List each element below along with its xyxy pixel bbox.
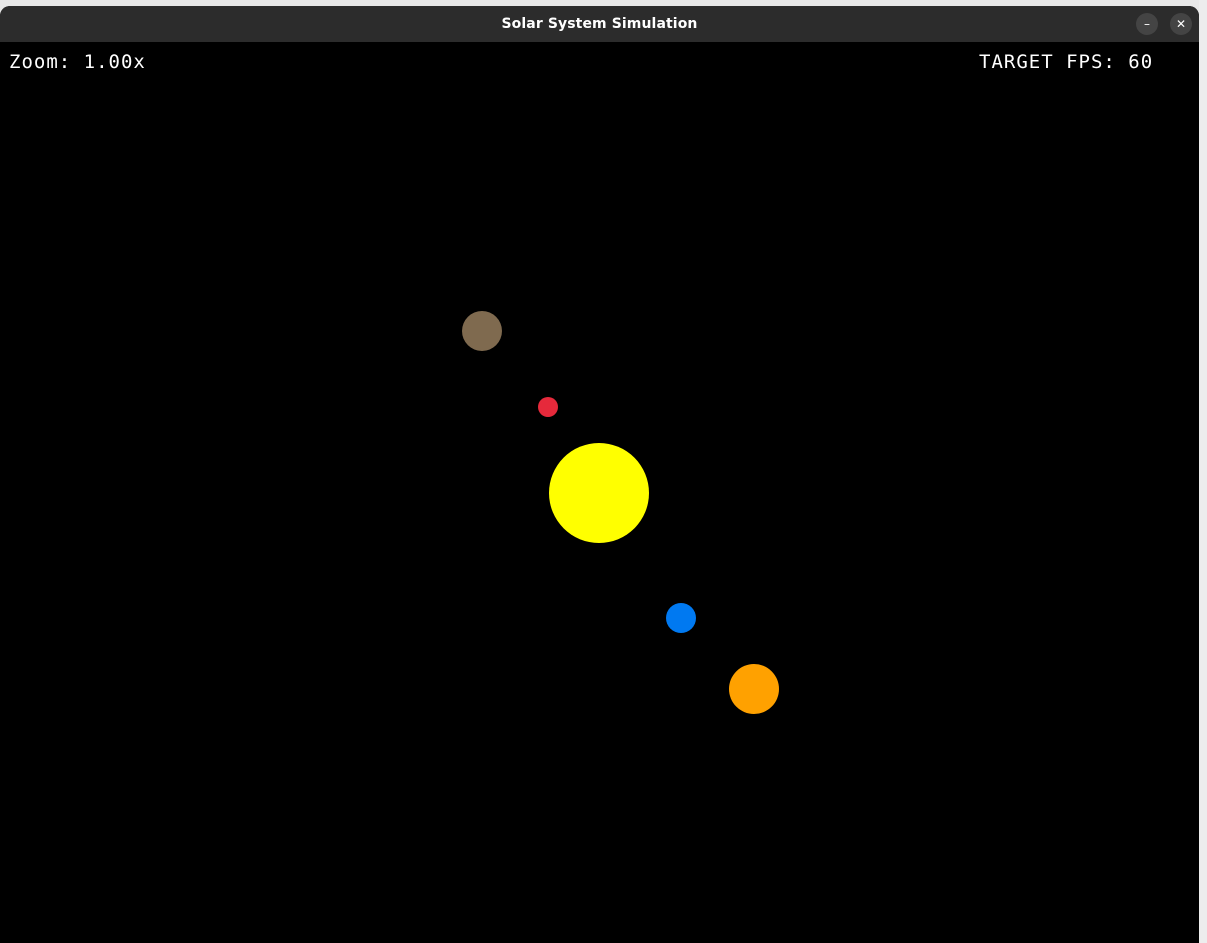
app-window: Solar System Simulation – ✕ Zoom: 1.00x …	[0, 6, 1199, 943]
sun	[549, 443, 649, 543]
minimize-icon: –	[1144, 17, 1150, 31]
window-title: Solar System Simulation	[501, 16, 698, 32]
simulation-canvas[interactable]: Zoom: 1.00x TARGET FPS: 60	[0, 42, 1199, 943]
planet-blue	[666, 603, 696, 633]
minimize-button[interactable]: –	[1136, 13, 1158, 35]
fps-readout: TARGET FPS: 60	[979, 51, 1154, 73]
close-icon: ✕	[1175, 17, 1187, 31]
planet-orange	[729, 664, 779, 714]
planet-red	[538, 397, 558, 417]
title-bar[interactable]: Solar System Simulation – ✕	[0, 6, 1199, 42]
planet-brown	[462, 311, 502, 351]
close-button[interactable]: ✕	[1170, 13, 1192, 35]
desktop-edge	[1199, 0, 1207, 943]
zoom-readout: Zoom: 1.00x	[9, 51, 146, 73]
